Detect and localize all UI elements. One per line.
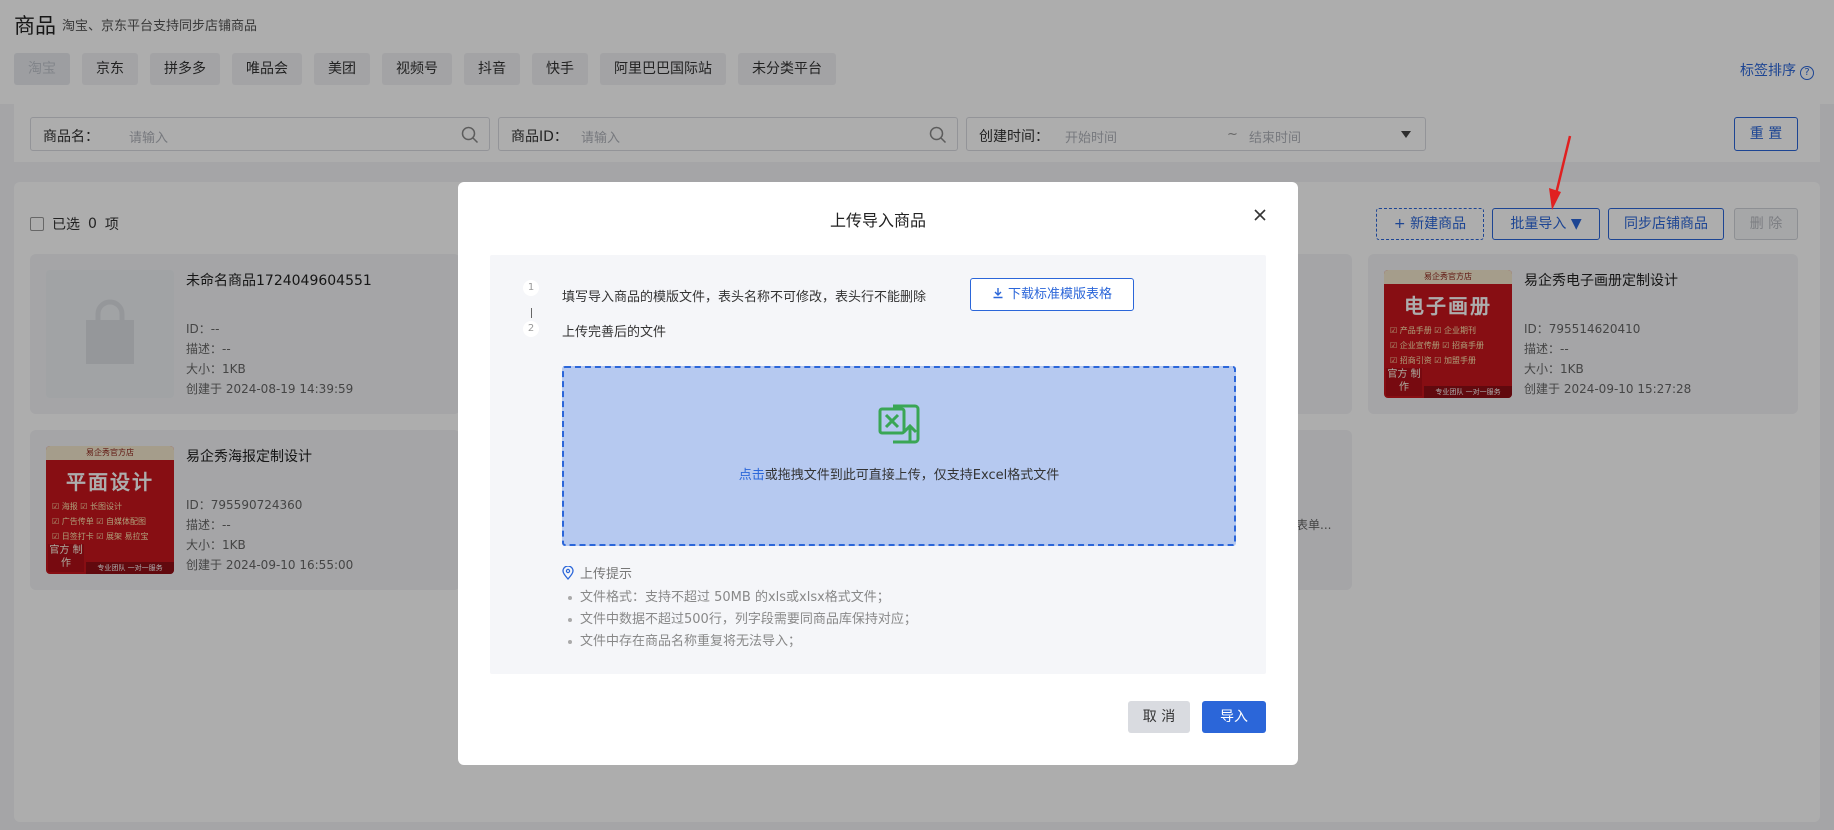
annotation-arrow-icon [1549,135,1572,210]
